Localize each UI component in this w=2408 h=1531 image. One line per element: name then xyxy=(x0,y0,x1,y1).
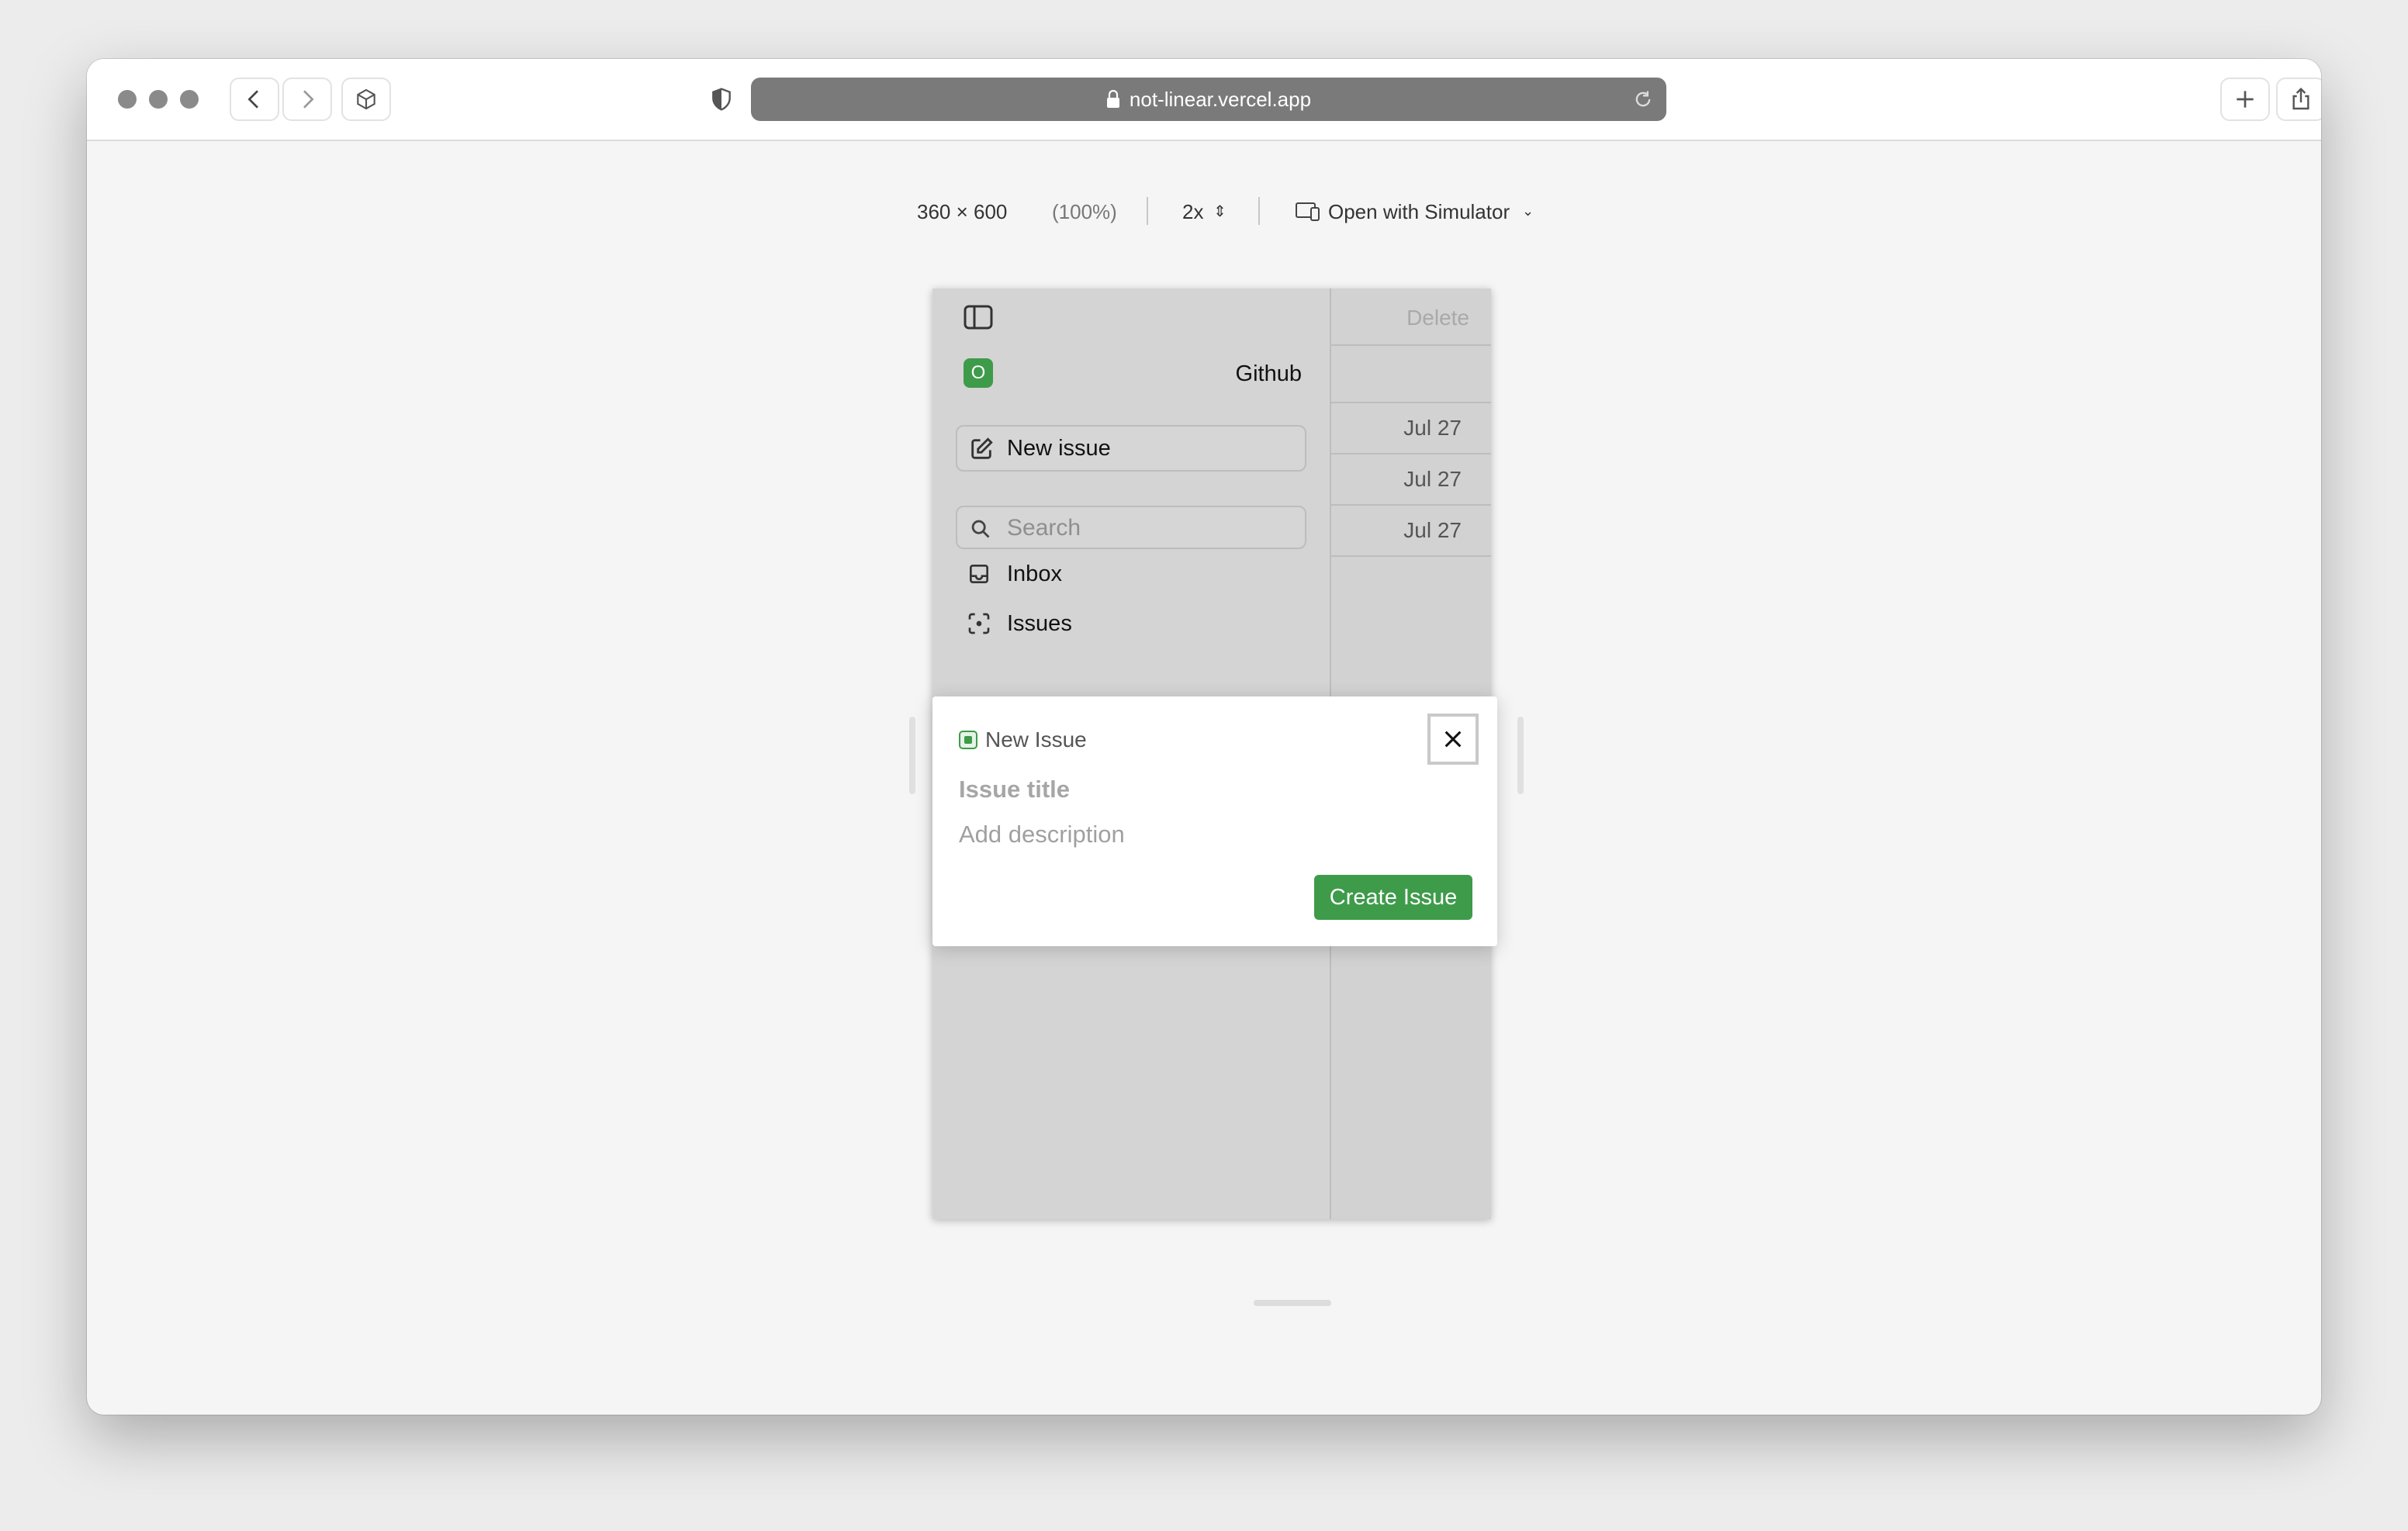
search-input[interactable] xyxy=(1005,512,1296,544)
scale-selector[interactable]: 2x xyxy=(1182,200,1203,224)
privacy-shield-button[interactable] xyxy=(700,78,743,121)
cube-icon xyxy=(357,88,375,110)
search-icon xyxy=(971,520,990,538)
lock-icon xyxy=(1106,90,1119,108)
divider xyxy=(1147,197,1148,225)
issue-description-input[interactable] xyxy=(959,817,1424,852)
delete-button[interactable]: Delete xyxy=(1406,306,1469,330)
list-header-row xyxy=(1331,344,1491,396)
zoom-window-dot[interactable] xyxy=(180,90,199,109)
issue-date[interactable]: Jul 27 xyxy=(1331,504,1491,557)
new-issue-modal: New Issue Create Issue xyxy=(932,696,1497,946)
share-button[interactable] xyxy=(2276,78,2321,121)
sidebar-toggle-icon[interactable] xyxy=(964,304,993,330)
issues-icon xyxy=(968,613,990,634)
devices-icon xyxy=(1296,202,1320,221)
forward-button[interactable] xyxy=(282,78,332,121)
issue-title-input[interactable] xyxy=(959,772,1424,807)
new-issue-button[interactable]: New issue xyxy=(956,425,1306,472)
chevron-right-icon xyxy=(303,90,314,109)
search-box[interactable] xyxy=(956,506,1306,549)
inbox-icon xyxy=(970,565,988,583)
sidebar-item-label: Inbox xyxy=(1007,562,1062,586)
new-tab-button[interactable] xyxy=(2220,78,2270,121)
create-issue-button[interactable]: Create Issue xyxy=(1314,875,1472,920)
chevron-left-icon xyxy=(247,90,258,109)
updown-chevron-icon: ⇕ xyxy=(1213,203,1226,220)
issue-date[interactable]: Jul 27 xyxy=(1331,402,1491,453)
issue-date[interactable]: Jul 27 xyxy=(1331,453,1491,504)
new-issue-label: New issue xyxy=(1007,436,1111,461)
extensions-button[interactable] xyxy=(341,78,391,121)
device-dimensions[interactable]: 360 × 600 xyxy=(917,200,1007,224)
resize-handle-left[interactable] xyxy=(909,717,915,794)
resize-handle-right[interactable] xyxy=(1517,717,1524,794)
resize-handle-bottom[interactable] xyxy=(1254,1300,1331,1306)
modal-heading: New Issue xyxy=(985,727,1087,752)
open-with-simulator-button[interactable]: Open with Simulator xyxy=(1328,200,1510,224)
close-icon xyxy=(1444,731,1462,748)
reload-icon[interactable] xyxy=(1632,88,1654,110)
responsive-device-bar: 360 × 600 (100%) 2x ⇕ Open with Simulato… xyxy=(87,192,2321,231)
workspace-badge-icon xyxy=(959,731,977,749)
shield-icon xyxy=(712,88,731,111)
address-bar[interactable]: not-linear.vercel.app xyxy=(751,78,1666,121)
compose-icon xyxy=(971,437,993,459)
back-button[interactable] xyxy=(230,78,279,121)
browser-toolbar: not-linear.vercel.app xyxy=(87,59,2321,141)
share-icon xyxy=(2292,87,2309,110)
workspace-name[interactable]: Github xyxy=(1236,361,1302,387)
sidebar-item-label: Issues xyxy=(1007,611,1072,636)
close-button[interactable] xyxy=(1427,714,1479,765)
url-text: not-linear.vercel.app xyxy=(1129,87,1312,111)
browser-window: not-linear.vercel.app 360 × 600 (100%) 2… xyxy=(87,59,2321,1415)
close-window-dot[interactable] xyxy=(118,90,137,109)
divider xyxy=(1258,197,1260,225)
device-zoom: (100%) xyxy=(1052,200,1117,223)
plus-icon xyxy=(2237,91,2254,108)
workspace-avatar[interactable]: O xyxy=(964,358,993,388)
minimize-window-dot[interactable] xyxy=(149,90,168,109)
chevron-down-icon: ⌄ xyxy=(1522,203,1534,219)
